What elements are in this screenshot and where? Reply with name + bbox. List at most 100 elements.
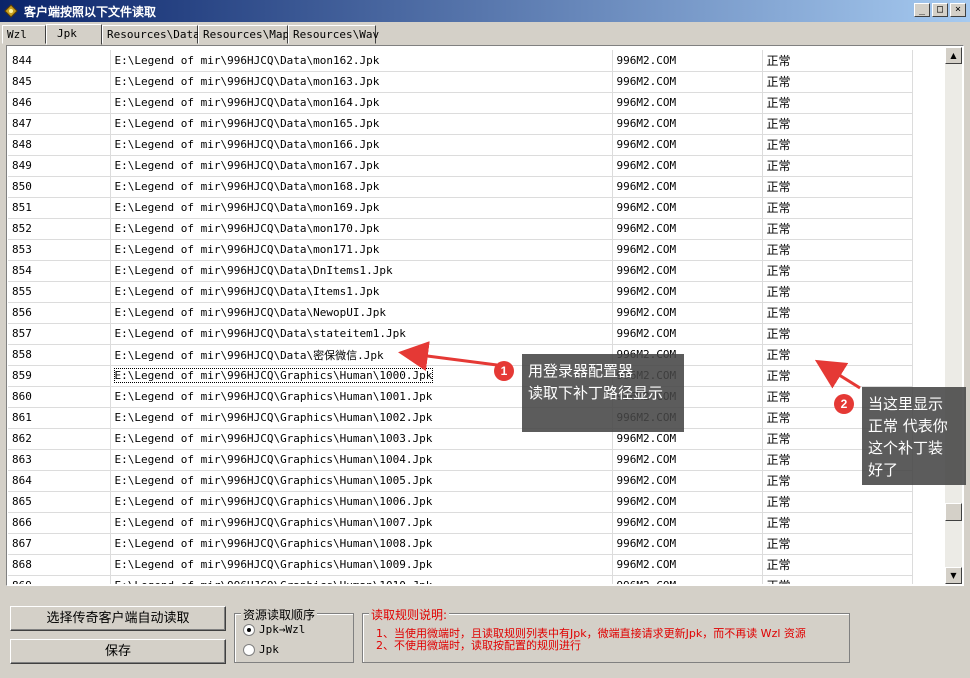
row-id: 857 (8, 323, 111, 345)
table-row[interactable]: 845 E:\Legend of mir\996HJCQ\Data\mon163.… (8, 71, 913, 93)
table-row[interactable]: 861 E:\Legend of mir\996HJCQ\Graphics\Hum… (8, 407, 913, 429)
row-id: 859 (8, 365, 111, 387)
row-path: E:\Legend of mir\996HJCQ\Data\mon169.Jpk (110, 197, 613, 219)
row-source: 996M2.COM (612, 155, 763, 177)
row-source: 996M2.COM (612, 302, 763, 324)
row-path: E:\Legend of mir\996HJCQ\Graphics\Human\… (110, 533, 613, 555)
table-row[interactable]: 863 E:\Legend of mir\996HJCQ\Graphics\Hum… (8, 449, 913, 471)
table-row[interactable]: 860 E:\Legend of mir\996HJCQ\Graphics\Hum… (8, 386, 913, 408)
row-status: 正常 (762, 155, 913, 177)
table-row[interactable]: 851 E:\Legend of mir\996HJCQ\Data\mon169.… (8, 197, 913, 219)
table-row[interactable]: 859 E:\Legend of mir\996HJCQ\Graphics\Hum… (8, 365, 913, 387)
table-row[interactable]: 866 E:\Legend of mir\996HJCQ\Graphics\Hum… (8, 512, 913, 534)
row-status: 正常 (762, 491, 913, 513)
table-row[interactable]: 852 E:\Legend of mir\996HJCQ\Data\mon170.… (8, 218, 913, 240)
row-source: 996M2.COM (612, 323, 763, 345)
table-row[interactable]: 855 E:\Legend of mir\996HJCQ\Data\Items1.… (8, 281, 913, 303)
table-row[interactable]: 850 E:\Legend of mir\996HJCQ\Data\mon168.… (8, 176, 913, 198)
callout-1: 用登录器配置器 读取下补丁路径显示 (522, 354, 684, 432)
row-source: 996M2.COM (612, 71, 763, 93)
maximize-button[interactable]: □ (932, 3, 948, 17)
table-row[interactable]: 847 E:\Legend of mir\996HJCQ\Data\mon165.… (8, 113, 913, 135)
row-id: 844 (8, 50, 111, 72)
row-path: E:\Legend of mir\996HJCQ\Data\mon167.Jpk (110, 155, 613, 177)
table-row[interactable]: 867 E:\Legend of mir\996HJCQ\Graphics\Hum… (8, 533, 913, 555)
file-table: 844 E:\Legend of mir\996HJCQ\Data\mon162.… (8, 50, 913, 584)
callout-1-line-2: 读取下补丁路径显示 (528, 384, 664, 402)
row-id: 867 (8, 533, 111, 555)
row-status: 正常 (762, 113, 913, 135)
table-row[interactable]: 853 E:\Legend of mir\996HJCQ\Data\mon171.… (8, 239, 913, 261)
scroll-up-icon[interactable]: ▲ (945, 47, 962, 64)
table-row[interactable]: 857 E:\Legend of mir\996HJCQ\Data\stateit… (8, 323, 913, 345)
table-row[interactable]: 844 E:\Legend of mir\996HJCQ\Data\mon162.… (8, 50, 913, 72)
row-status: 正常 (762, 344, 913, 366)
callout-2-line-1: 当这里显示 (868, 395, 944, 413)
row-source: 996M2.COM (612, 92, 763, 114)
scroll-thumb[interactable] (945, 503, 962, 521)
table-row[interactable]: 858 E:\Legend of mir\996HJCQ\Data\密保微信.Jp… (8, 344, 913, 366)
row-source: 996M2.COM (612, 281, 763, 303)
rule-line-2: 2、不使用微端时，读取按配置的规则进行 (376, 639, 581, 652)
callout-2-marker: 2 (834, 394, 854, 414)
callout-2-line-3: 这个补丁装 (868, 439, 944, 457)
row-status: 正常 (762, 218, 913, 240)
row-source: 996M2.COM (612, 239, 763, 261)
table-row[interactable]: 848 E:\Legend of mir\996HJCQ\Data\mon166.… (8, 134, 913, 156)
row-path: E:\Legend of mir\996HJCQ\Data\mon165.Jpk (110, 113, 613, 135)
minimize-button[interactable]: _ (914, 3, 930, 17)
row-id: 850 (8, 176, 111, 198)
row-status: 正常 (762, 281, 913, 303)
order-option-jpk-wzl[interactable]: Jpk→Wzl (243, 623, 305, 636)
row-id: 865 (8, 491, 111, 513)
row-id: 845 (8, 71, 111, 93)
row-source: 996M2.COM (612, 260, 763, 282)
row-status: 正常 (762, 533, 913, 555)
row-source: 996M2.COM (612, 50, 763, 72)
row-path: E:\Legend of mir\996HJCQ\Data\mon166.Jpk (110, 134, 613, 156)
tab-wzl[interactable]: Wzl (2, 25, 46, 44)
row-source: 996M2.COM (612, 533, 763, 555)
read-order-legend: 资源读取顺序 (241, 606, 318, 623)
row-id: 855 (8, 281, 111, 303)
tab-jpk[interactable]: Jpk (46, 24, 102, 45)
row-source: 996M2.COM (612, 575, 763, 584)
close-button[interactable]: × (950, 3, 966, 17)
tab-resources-wav[interactable]: Resources\Wav (288, 25, 379, 44)
table-row[interactable]: 849 E:\Legend of mir\996HJCQ\Data\mon167.… (8, 155, 913, 177)
callout-2-line-2: 正常 代表你 (868, 417, 948, 435)
row-path: E:\Legend of mir\996HJCQ\Graphics\Human\… (110, 575, 613, 584)
row-id: 861 (8, 407, 111, 429)
scroll-down-icon[interactable]: ▼ (945, 567, 962, 584)
row-source: 996M2.COM (612, 491, 763, 513)
tab-resources-map[interactable]: Resources\Map (198, 25, 289, 44)
save-button[interactable]: 保存 (10, 639, 226, 664)
order-option-jpk-label: Jpk (259, 643, 279, 656)
row-status: 正常 (762, 512, 913, 534)
row-status: 正常 (762, 134, 913, 156)
radio-selected-icon[interactable] (243, 623, 255, 636)
row-id: 860 (8, 386, 111, 408)
read-order-group: 资源读取顺序 Jpk→Wzl Jpk (234, 606, 354, 663)
row-id: 849 (8, 155, 111, 177)
table-row[interactable]: 865 E:\Legend of mir\996HJCQ\Graphics\Hum… (8, 491, 913, 513)
vertical-scrollbar[interactable]: ▲ ▼ (945, 47, 962, 584)
auto-read-button[interactable]: 选择传奇客户端自动读取 (10, 606, 226, 631)
table-row[interactable]: 864 E:\Legend of mir\996HJCQ\Graphics\Hum… (8, 470, 913, 492)
row-path: E:\Legend of mir\996HJCQ\Data\mon164.Jpk (110, 92, 613, 114)
radio-unselected-icon[interactable] (243, 643, 255, 656)
table-row[interactable]: 869E:\Legend of mir\996HJCQ\Graphics\Hum… (8, 575, 913, 584)
file-list[interactable]: 844 E:\Legend of mir\996HJCQ\Data\mon162.… (6, 45, 964, 586)
table-row[interactable]: 854 E:\Legend of mir\996HJCQ\Data\DnItems… (8, 260, 913, 282)
table-row[interactable]: 868 E:\Legend of mir\996HJCQ\Graphics\Hum… (8, 554, 913, 576)
table-row[interactable]: 862 E:\Legend of mir\996HJCQ\Graphics\Hum… (8, 428, 913, 450)
row-source: 996M2.COM (612, 176, 763, 198)
row-id: 848 (8, 134, 111, 156)
row-status: 正常 (762, 554, 913, 576)
table-row[interactable]: 846 E:\Legend of mir\996HJCQ\Data\mon164.… (8, 92, 913, 114)
order-option-jpk[interactable]: Jpk (243, 643, 279, 656)
row-id: 866 (8, 512, 111, 534)
table-row[interactable]: 856 E:\Legend of mir\996HJCQ\Data\NewopUI… (8, 302, 913, 324)
order-option-jpk-wzl-label: Jpk→Wzl (259, 623, 306, 636)
tab-resources-data[interactable]: Resources\Data (102, 25, 200, 44)
